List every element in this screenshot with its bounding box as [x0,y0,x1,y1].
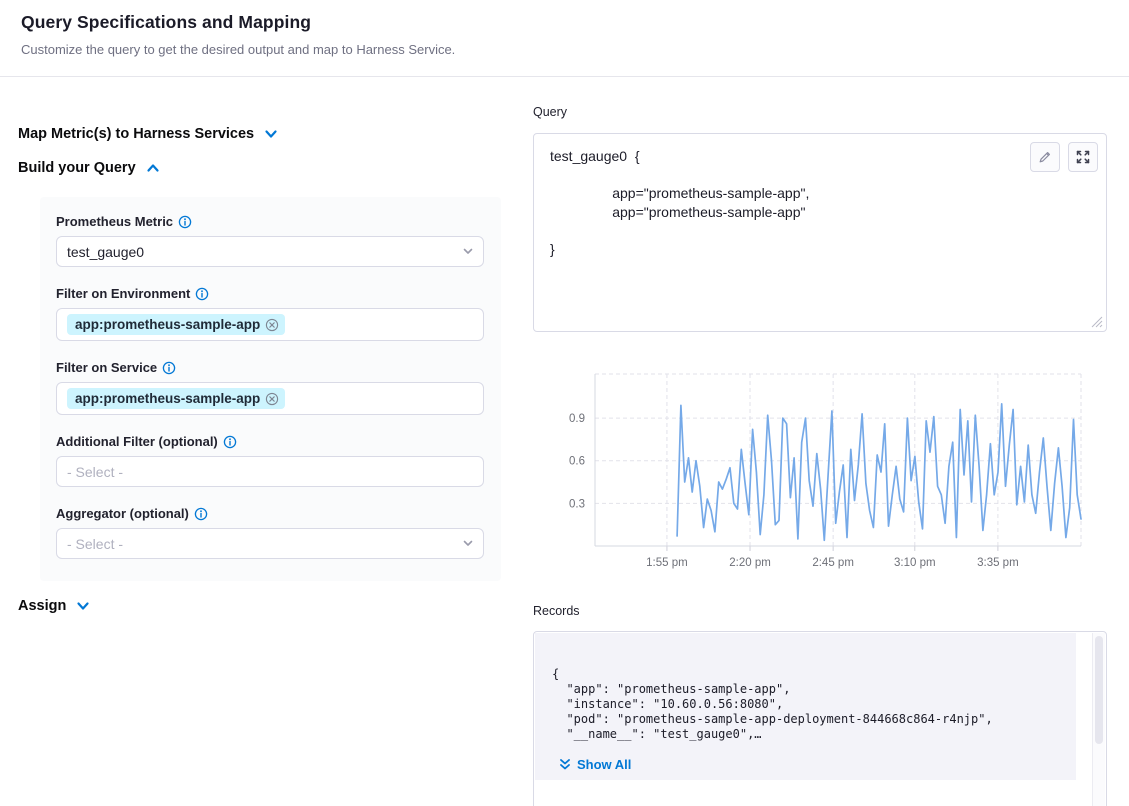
section-assign[interactable]: Assign [18,598,90,614]
svg-text:2:20 pm: 2:20 pm [729,557,771,569]
info-icon[interactable] [162,361,176,375]
show-all-text: Show All [577,757,631,772]
query-section-label: Query [533,105,567,119]
filter-environment-input[interactable]: app:prometheus-sample-app [56,308,484,341]
chevron-up-icon [146,161,160,175]
pencil-icon [1037,149,1053,165]
service-filter-tag-text: app:prometheus-sample-app [75,391,260,406]
aggregator-placeholder: - Select - [67,536,123,552]
additional-filter-select[interactable]: - Select - [56,456,484,487]
prometheus-metric-select[interactable]: test_gauge0 [56,236,484,267]
filter-service-input[interactable]: app:prometheus-sample-app [56,382,484,415]
remove-tag-icon[interactable] [265,392,279,406]
field-filter-environment: Filter on Environment app:prometheus-sam… [56,286,485,341]
page-subtitle: Customize the query to get the desired o… [21,42,455,57]
aggregator-select[interactable]: - Select - [56,528,484,559]
records-panel: { "app": "prometheus-sample-app", "insta… [533,631,1107,806]
query-toolbar [1030,142,1098,172]
build-query-form: Prometheus Metric test_gauge0 Filter on … [40,197,501,581]
svg-text:0.3: 0.3 [569,498,585,510]
svg-text:2:45 pm: 2:45 pm [812,557,854,569]
section-build-query-label: Build your Query [18,160,136,176]
info-icon[interactable] [195,287,209,301]
svg-text:3:35 pm: 3:35 pm [977,557,1019,569]
remove-tag-icon[interactable] [265,318,279,332]
section-assign-label: Assign [18,598,66,614]
info-icon[interactable] [223,435,237,449]
info-icon[interactable] [194,507,208,521]
chevron-down-icon [264,127,278,141]
section-build-query[interactable]: Build your Query [18,160,160,176]
additional-filter-placeholder: - Select - [67,464,123,480]
additional-filter-label: Additional Filter (optional) [56,434,485,449]
info-icon[interactable] [178,215,192,229]
line-chart: 0.3 0.6 0.9 1:55 pm 2:20 pm 2:45 pm 3:10 pm 3:3… [533,360,1107,572]
svg-text:3:10 pm: 3:10 pm [894,557,936,569]
section-map-metrics[interactable]: Map Metric(s) to Harness Services [18,126,278,142]
records-section-label: Records [533,604,580,618]
svg-text:0.9: 0.9 [569,413,585,425]
edit-query-button[interactable] [1030,142,1060,172]
expand-query-button[interactable] [1068,142,1098,172]
record-json: { "app": "prometheus-sample-app", "insta… [552,667,993,742]
filter-environment-label-text: Filter on Environment [56,286,190,301]
filter-service-label-text: Filter on Service [56,360,157,375]
chevron-down-icon [76,599,90,613]
svg-text:1:55 pm: 1:55 pm [646,557,688,569]
page-title: Query Specifications and Mapping [21,12,311,33]
field-additional-filter: Additional Filter (optional) - Select - [56,434,485,487]
field-prometheus-metric: Prometheus Metric test_gauge0 [56,214,485,267]
filter-environment-label: Filter on Environment [56,286,485,301]
additional-filter-label-text: Additional Filter (optional) [56,434,218,449]
records-scrollbar[interactable] [1092,633,1105,806]
query-textarea[interactable]: test_gauge0 { app="prometheus-sample-app… [533,133,1107,332]
fullscreen-icon [1075,149,1091,165]
query-specifications-page: Query Specifications and Mapping Customi… [0,0,1129,806]
environment-filter-tag: app:prometheus-sample-app [67,314,285,335]
resize-handle[interactable] [1091,316,1103,328]
record-card: { "app": "prometheus-sample-app", "insta… [535,633,1076,780]
prometheus-metric-label: Prometheus Metric [56,214,485,229]
metric-preview-chart: 0.3 0.6 0.9 1:55 pm 2:20 pm 2:45 pm 3:10 pm 3:3… [533,360,1107,572]
chevron-down-icon [462,244,474,260]
environment-filter-tag-text: app:prometheus-sample-app [75,317,260,332]
field-filter-service: Filter on Service app:prometheus-sample-… [56,360,485,415]
filter-service-label: Filter on Service [56,360,485,375]
service-filter-tag: app:prometheus-sample-app [67,388,285,409]
query-code: test_gauge0 { app="prometheus-sample-app… [550,147,809,258]
aggregator-label: Aggregator (optional) [56,506,485,521]
field-aggregator: Aggregator (optional) - Select - [56,506,485,559]
svg-text:0.6: 0.6 [569,456,585,468]
show-all-link[interactable]: Show All [559,757,631,772]
double-chevron-down-icon [559,758,571,771]
section-map-metrics-label: Map Metric(s) to Harness Services [18,126,254,142]
prometheus-metric-label-text: Prometheus Metric [56,214,173,229]
aggregator-label-text: Aggregator (optional) [56,506,189,521]
scrollbar-thumb[interactable] [1095,636,1103,744]
prometheus-metric-value: test_gauge0 [67,244,144,260]
chevron-down-icon [462,536,474,552]
page-header: Query Specifications and Mapping Customi… [0,0,1129,77]
